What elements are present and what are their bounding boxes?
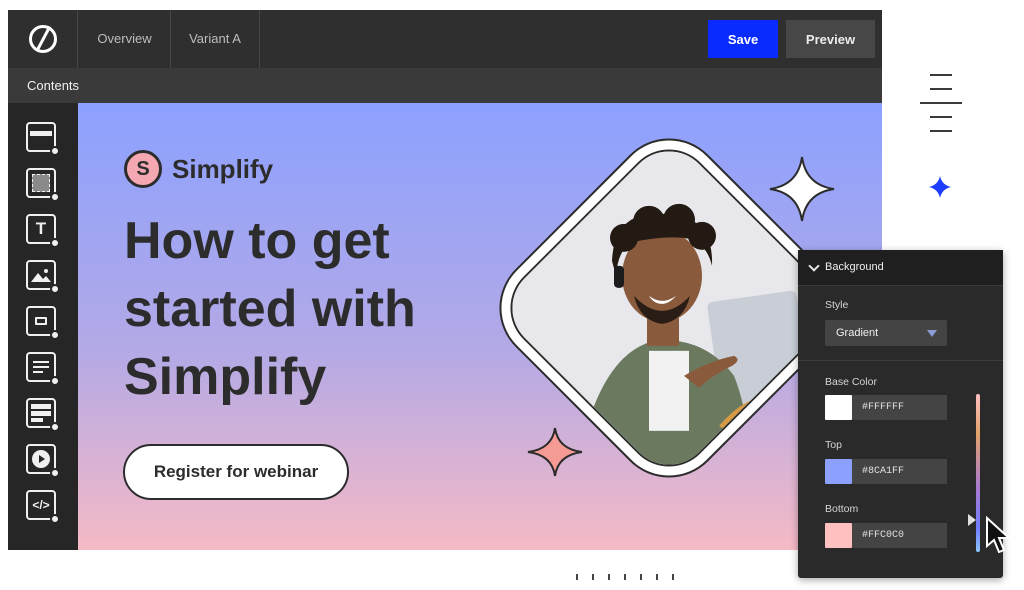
add-badge-icon — [50, 422, 60, 432]
page: Overview Variant A Save Preview Contents… — [0, 0, 1024, 590]
mouse-cursor-icon — [986, 516, 1012, 554]
add-badge-icon — [50, 468, 60, 478]
brand-name: Simplify — [172, 153, 274, 184]
bottom-color-label: Bottom — [825, 503, 859, 515]
top-color-hex-field[interactable]: #8CA1FF — [852, 459, 947, 484]
sparkle-white-icon — [769, 156, 835, 222]
sparkle-blue-icon — [929, 176, 951, 198]
register-webinar-button[interactable]: Register for webinar — [123, 444, 349, 500]
top-bar: Overview Variant A Save Preview — [8, 10, 882, 68]
gradient-stop-handle[interactable] — [968, 514, 976, 526]
background-settings-panel: Background Style Gradient Base Color #FF… — [798, 250, 1003, 578]
add-badge-icon — [50, 192, 60, 202]
brand-logo: S Simplify — [124, 150, 273, 188]
style-select-value: Gradient — [836, 327, 879, 339]
add-badge-icon — [50, 376, 60, 386]
headline-line: How to get — [124, 212, 390, 270]
tab-overview[interactable]: Overview — [79, 10, 171, 68]
button-tool[interactable] — [26, 306, 60, 340]
landing-page-canvas[interactable]: S Simplify How to get started with Simpl… — [78, 103, 882, 550]
bottom-color-hex-field[interactable]: #FFC0C0 — [852, 523, 947, 548]
contents-bar[interactable]: Contents — [8, 68, 882, 103]
save-button[interactable]: Save — [708, 20, 778, 58]
preview-button[interactable]: Preview — [786, 20, 875, 58]
logo-icon — [28, 25, 57, 53]
element-toolbar: T </> — [8, 103, 78, 550]
base-color-hex-field[interactable]: #FFFFFF — [852, 395, 947, 420]
top-color-swatch[interactable] — [825, 459, 852, 484]
panel-title: Background — [825, 261, 884, 273]
tab-variant-a[interactable]: Variant A — [171, 10, 260, 68]
add-badge-icon — [50, 146, 60, 156]
chevron-down-icon — [808, 260, 820, 272]
dropdown-arrow-icon — [927, 330, 937, 337]
add-badge-icon — [50, 330, 60, 340]
app-logo[interactable] — [8, 10, 78, 68]
bottom-color-swatch[interactable] — [825, 523, 852, 548]
add-badge-icon — [50, 238, 60, 248]
add-badge-icon — [50, 284, 60, 294]
ruler-ticks-decoration — [570, 574, 680, 582]
panel-header[interactable]: Background — [798, 250, 1003, 286]
add-badge-icon — [50, 514, 60, 524]
gradient-slider[interactable] — [976, 394, 980, 552]
image-tool[interactable] — [26, 260, 60, 294]
video-tool[interactable] — [26, 444, 60, 478]
box-tool[interactable] — [26, 168, 60, 202]
editor-window: Overview Variant A Save Preview Contents… — [8, 10, 882, 550]
headline-line: started with — [124, 280, 416, 338]
code-tool[interactable]: </> — [26, 490, 60, 524]
form-tool[interactable] — [26, 352, 60, 386]
brand-badge: S — [124, 150, 162, 188]
page-headline[interactable]: How to get started with Simplify — [124, 207, 484, 411]
top-color-label: Top — [825, 439, 842, 451]
headline-line: Simplify — [124, 348, 327, 406]
align-guides-decoration — [920, 72, 962, 136]
list-tool[interactable] — [26, 398, 60, 432]
base-color-label: Base Color — [825, 376, 877, 388]
section-tool[interactable] — [26, 122, 60, 156]
style-label: Style — [825, 299, 849, 311]
panel-divider — [798, 360, 1003, 361]
style-select[interactable]: Gradient — [825, 320, 947, 346]
base-color-swatch[interactable] — [825, 395, 852, 420]
sparkle-pink-icon — [527, 427, 583, 477]
text-tool[interactable]: T — [26, 214, 60, 248]
